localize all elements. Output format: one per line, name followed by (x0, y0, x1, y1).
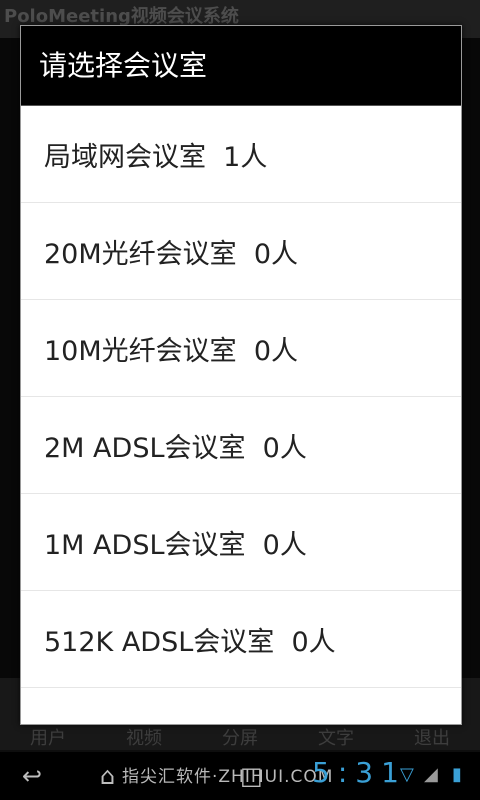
room-item-512k-adsl[interactable]: 512K ADSL会议室 0人 (21, 591, 461, 688)
room-count: 0人 (262, 432, 307, 464)
room-count: 0人 (253, 238, 299, 270)
room-item-1m-adsl[interactable]: 1M ADSL会议室 0人 (21, 494, 461, 591)
room-name: 2M ADSL会议室 (44, 432, 246, 464)
watermark: 指尖汇软件·ZHIHUI.COM (122, 767, 334, 787)
room-count: 1人 (223, 141, 268, 173)
battery-icon: ▮ (452, 764, 462, 785)
room-name: 10M光纤会议室 (44, 335, 237, 367)
wifi-icon: ▽ (400, 764, 414, 785)
room-name: 1M ADSL会议室 (44, 529, 246, 561)
signal-icon: ◢ (424, 764, 438, 785)
room-item-10m-fiber[interactable]: 10M光纤会议室 0人 (21, 300, 461, 397)
room-item-lan[interactable]: 局域网会议室 1人 (21, 106, 461, 203)
room-item-20m-fiber[interactable]: 20M光纤会议室 0人 (21, 203, 461, 300)
room-list: 局域网会议室 1人 20M光纤会议室 0人 10M光纤会议室 0人 2M ADS… (21, 106, 461, 724)
status-clock: 5:31 (312, 756, 407, 789)
room-count: 0人 (291, 626, 336, 658)
room-name: 512K ADSL会议室 (44, 626, 275, 658)
room-count: 0人 (262, 529, 307, 561)
room-name: 局域网会议室 (44, 141, 206, 173)
room-select-dialog: 请选择会议室 局域网会议室 1人 20M光纤会议室 0人 10M光纤会议室 0人… (20, 25, 462, 725)
room-item-partial[interactable] (21, 688, 461, 724)
room-item-2m-adsl[interactable]: 2M ADSL会议室 0人 (21, 397, 461, 494)
back-icon[interactable]: ↩ (22, 762, 42, 790)
dialog-title: 请选择会议室 (21, 26, 461, 106)
home-icon[interactable]: ⌂ (100, 762, 115, 790)
room-name: 20M光纤会议室 (44, 238, 237, 270)
room-count: 0人 (253, 335, 299, 367)
